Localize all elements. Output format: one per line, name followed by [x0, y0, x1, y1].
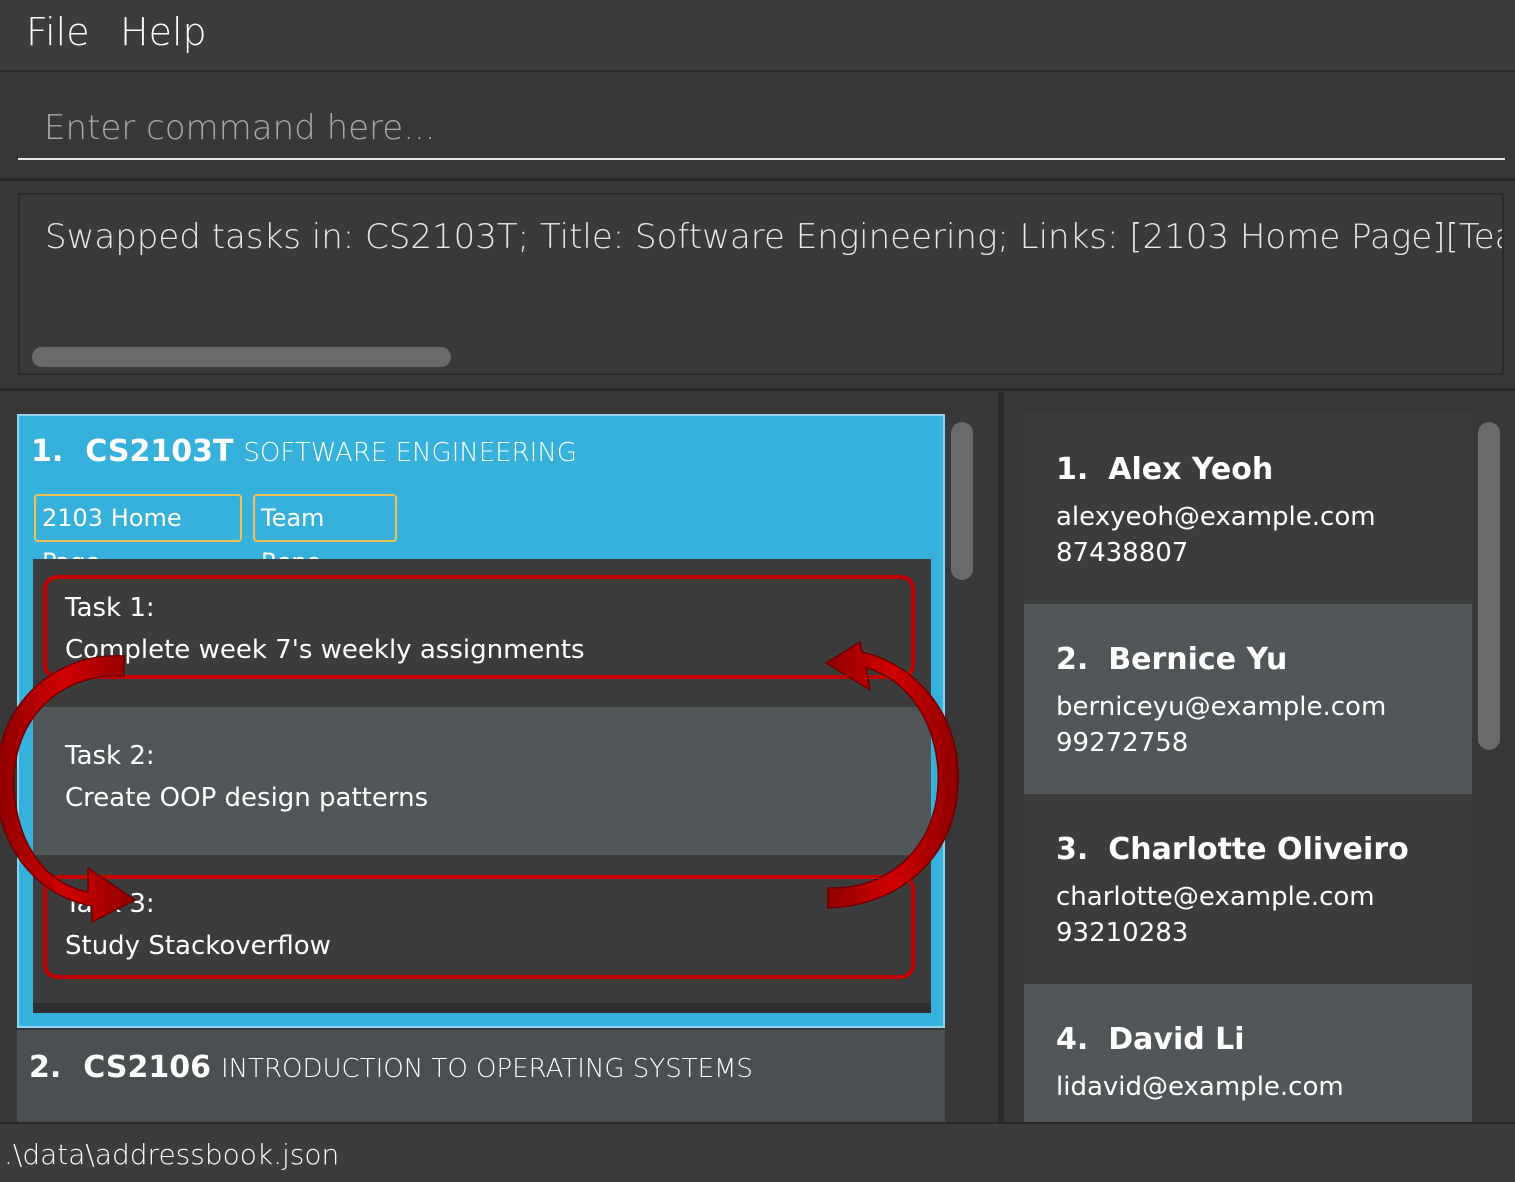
person-list-panel: 1. Alex Yeoh alexyeoh@example.com 8743880… — [1004, 392, 1515, 1122]
status-file-path: .\data\addressbook.json — [4, 1138, 340, 1171]
link-tag-team-repo[interactable]: Team Repo — [253, 494, 397, 576]
person-name: 2. Bernice Yu — [1056, 642, 1288, 677]
status-bar: .\data\addressbook.json — [0, 1122, 1515, 1182]
person-name: 3. Charlotte Oliveiro — [1056, 832, 1409, 867]
person-phone: 87438807 — [1056, 538, 1189, 568]
task-description: Study Stackoverflow — [65, 931, 331, 961]
menu-bar: File Help — [0, 0, 1515, 72]
module-title: 1. CS2103T SOFTWARE ENGINEERING — [31, 434, 577, 469]
person-name: 1. Alex Yeoh — [1056, 452, 1274, 487]
module-code: CS2103T — [85, 434, 234, 469]
person-list-scrollbar[interactable] — [1478, 422, 1500, 750]
command-input[interactable] — [18, 98, 1505, 160]
module-card-selected[interactable]: 1. CS2103T SOFTWARE ENGINEERING 2103 Home … — [17, 414, 945, 1028]
command-box — [0, 72, 1515, 181]
person-email: alexyeoh@example.com — [1056, 502, 1376, 532]
menu-file[interactable]: File — [26, 10, 90, 54]
task-description: Complete week 7's weekly assignments — [65, 635, 585, 665]
person-phone: 93210283 — [1056, 918, 1189, 948]
module-list-scrollbar[interactable] — [951, 422, 973, 580]
task-item[interactable]: Task 2: Create OOP design patterns — [33, 707, 931, 855]
person-name: 4. David Li — [1056, 1022, 1245, 1057]
person-card[interactable]: 2. Bernice Yu berniceyu@example.com 99272… — [1024, 604, 1472, 794]
person-card[interactable]: 4. David Li lidavid@example.com — [1024, 984, 1472, 1122]
module-list-panel: 1. CS2103T SOFTWARE ENGINEERING 2103 Home … — [0, 392, 998, 1122]
menu-help[interactable]: Help — [120, 10, 207, 54]
module-index: 1. — [31, 434, 64, 469]
person-email: charlotte@example.com — [1056, 882, 1375, 912]
module-card[interactable]: 2. CS2106 INTRODUCTION TO OPERATING SYSTEM… — [17, 1030, 945, 1122]
result-text: Swapped tasks in: CS2103T; Title: Softwa… — [45, 217, 1502, 257]
link-tag-home-page[interactable]: 2103 Home Page — [34, 494, 242, 576]
person-email: lidavid@example.com — [1056, 1072, 1344, 1102]
module-name: INTRODUCTION TO OPERATING SYSTEMS — [220, 1054, 753, 1084]
task-list: Task 1: Complete week 7's weekly assignm… — [33, 559, 931, 1013]
module-index: 2. — [29, 1050, 62, 1085]
module-title: 2. CS2106 INTRODUCTION TO OPERATING SYSTEM… — [29, 1050, 753, 1085]
task-description: Create OOP design patterns — [65, 783, 429, 813]
person-phone: 99272758 — [1056, 728, 1189, 758]
task-label: Task 2: — [65, 741, 155, 771]
module-name: SOFTWARE ENGINEERING — [243, 438, 577, 468]
task-label: Task 3: — [65, 889, 155, 919]
result-display-container: Swapped tasks in: CS2103T; Title: Softwa… — [0, 181, 1515, 391]
task-item[interactable]: Task 3: Study Stackoverflow — [33, 855, 931, 1003]
person-card[interactable]: 3. Charlotte Oliveiro charlotte@example.c… — [1024, 794, 1472, 984]
horizontal-scrollbar[interactable] — [32, 347, 451, 367]
result-display: Swapped tasks in: CS2103T; Title: Softwa… — [18, 193, 1504, 375]
person-card[interactable]: 1. Alex Yeoh alexyeoh@example.com 8743880… — [1024, 414, 1472, 604]
task-label: Task 1: — [65, 593, 155, 623]
person-email: berniceyu@example.com — [1056, 692, 1387, 722]
module-code: CS2106 — [83, 1050, 211, 1085]
task-item[interactable]: Task 1: Complete week 7's weekly assignm… — [33, 559, 931, 707]
